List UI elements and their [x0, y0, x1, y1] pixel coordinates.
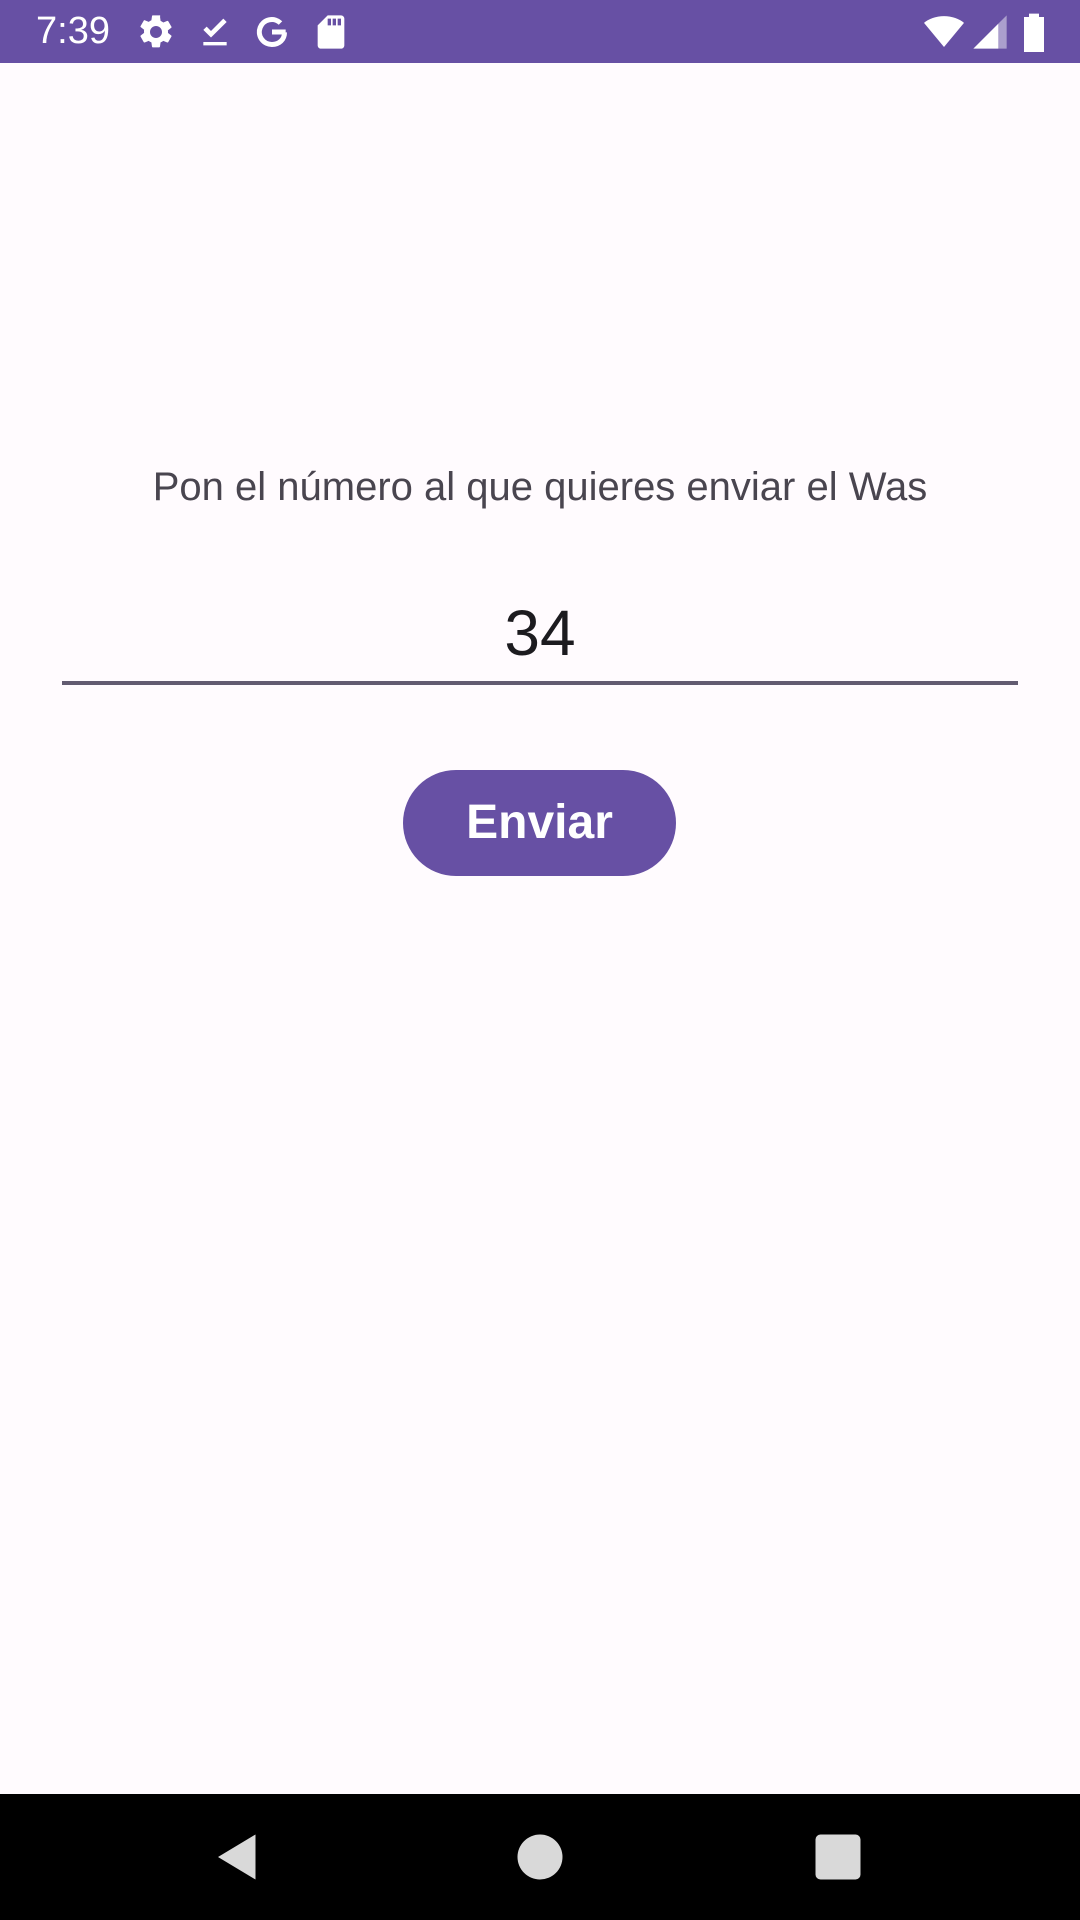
phone-number-input[interactable]	[62, 585, 1018, 685]
app-screen: 7:39 Pon el número al que quieres enviar…	[0, 0, 1080, 1920]
home-icon[interactable]	[510, 1827, 570, 1887]
phone-input-container	[62, 585, 1018, 691]
sd-card-icon	[311, 12, 351, 52]
settings-icon	[136, 12, 176, 52]
google-icon	[252, 12, 292, 52]
phone-prompt-label: Pon el número al que quieres enviar el W…	[152, 465, 928, 509]
download-done-icon	[195, 12, 235, 52]
navigation-bar	[0, 1794, 1080, 1920]
cell-signal-icon	[970, 12, 1010, 52]
status-bar: 7:39	[0, 0, 1080, 63]
recents-icon[interactable]	[808, 1827, 868, 1887]
status-time: 7:39	[36, 10, 110, 52]
battery-icon	[1020, 12, 1048, 52]
wifi-icon	[922, 12, 966, 52]
back-icon[interactable]	[208, 1827, 268, 1887]
send-button[interactable]: Enviar	[403, 770, 676, 876]
